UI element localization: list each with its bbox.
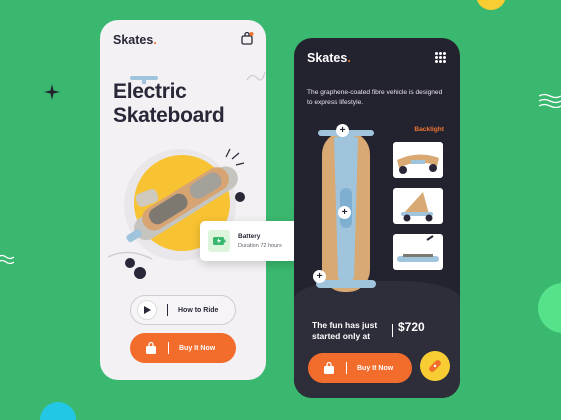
thumbnail-front[interactable]	[393, 142, 443, 178]
hotspot-plus-icon[interactable]: +	[336, 124, 349, 137]
buy-now-label: Buy It Now	[357, 364, 394, 372]
price-divider	[392, 324, 393, 337]
left-phone-screen: Skates. Electric Skateboard How to Ride B…	[100, 20, 266, 380]
page-title: Electric Skateboard	[113, 80, 225, 127]
price-value: $720	[398, 320, 425, 334]
thumbnail-side[interactable]	[393, 188, 443, 224]
squiggle-decoration	[246, 71, 266, 81]
green-circle-decoration	[538, 283, 561, 333]
sparkle-decoration	[44, 84, 60, 100]
tagline-text: The fun has just started only at	[312, 320, 378, 341]
backlight-label: Backlight	[414, 126, 444, 133]
skateboard-illustration	[107, 148, 245, 279]
how-to-ride-button[interactable]: How to Ride	[130, 295, 236, 325]
right-phone-screen: Skates. The graphene-coated fibre vehicl…	[294, 38, 460, 398]
button-divider	[167, 304, 168, 316]
battery-card[interactable]: Battery Duration 72 hours	[200, 221, 303, 261]
shopping-bag-icon	[324, 361, 334, 374]
brand-logo[interactable]: Skates.	[307, 51, 351, 65]
how-to-ride-label: How to Ride	[178, 306, 219, 314]
wave-decoration-left	[0, 254, 14, 265]
battery-duration: Duration 72 hours	[238, 243, 282, 249]
play-icon	[137, 300, 157, 320]
product-description: The graphene-coated fibre vehicle is des…	[307, 89, 443, 106]
hotspot-plus-icon[interactable]: +	[338, 206, 351, 219]
bandage-button[interactable]	[420, 351, 450, 381]
bag-icon[interactable]	[240, 31, 254, 45]
button-divider	[346, 362, 347, 374]
button-divider	[168, 342, 169, 354]
thumbnail-flat[interactable]	[393, 234, 443, 270]
handle-bar	[130, 76, 158, 84]
brand-logo[interactable]: Skates.	[113, 33, 157, 47]
bandage-icon	[429, 360, 441, 372]
wave-decoration-right	[539, 93, 561, 108]
buy-now-label: Buy It Now	[179, 344, 216, 352]
grid-menu-icon[interactable]	[435, 52, 446, 63]
battery-title: Battery	[238, 233, 261, 240]
buy-now-button[interactable]: Buy It Now	[308, 353, 412, 383]
buy-now-button[interactable]: Buy It Now	[130, 333, 236, 363]
yellow-circle-decoration	[476, 0, 506, 10]
cyan-circle-decoration	[40, 402, 76, 420]
battery-icon	[208, 230, 230, 252]
hotspot-plus-icon[interactable]: +	[313, 270, 326, 283]
shopping-bag-icon	[146, 341, 156, 354]
